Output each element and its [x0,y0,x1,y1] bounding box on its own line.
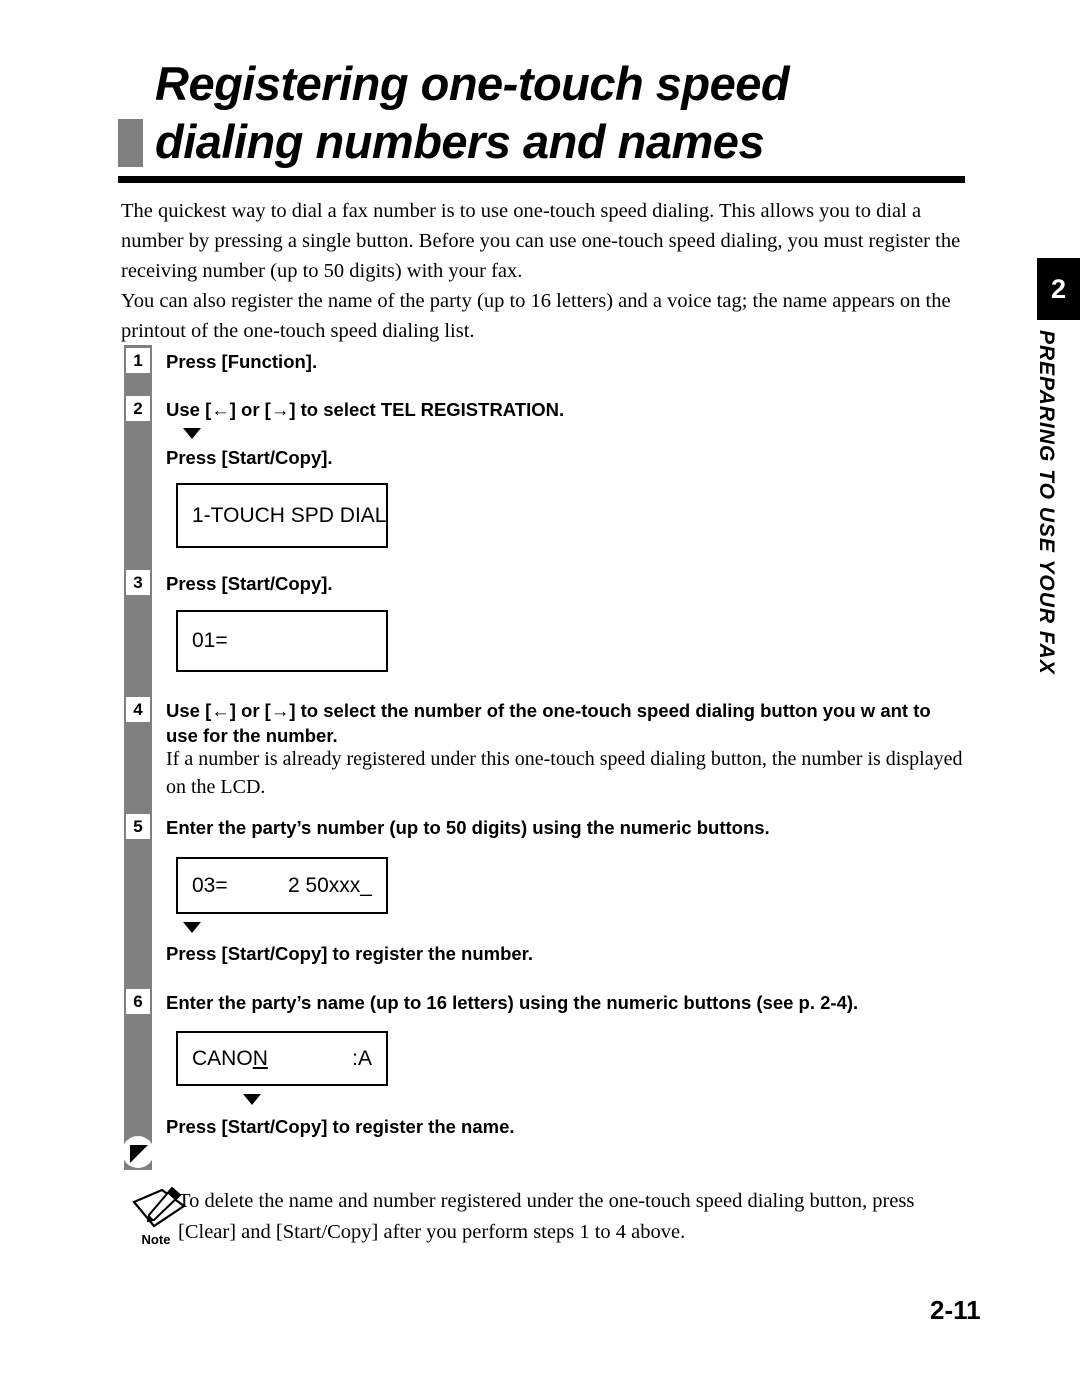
chapter-tab-title: PREPARING TO USE YOUR FAX [1035,330,1058,675]
step4-explanatory-note: If a number is already registered under … [166,748,963,798]
intro-paragraph-1: The quickest way to dial a fax number is… [121,200,961,282]
lcd-canon-cursor-char: N [252,1046,268,1070]
lcd-text-canon-name: CANON [192,1047,268,1071]
intro-section: The quickest way to dial a fax number is… [121,196,966,346]
note-body: To delete the name and number registered… [178,1186,968,1248]
step-text-1: Press [Function]. [166,351,318,372]
lcd-text-03-left: 03= [192,873,228,897]
page-title-line-2-wrapper: dialing numbers and names [118,113,968,171]
lcd-inner-03: 03= 2 50xxx_ [192,874,372,898]
lcd-display-01: 01= [176,610,388,672]
step-text-5: Enter the party’s number (up to 50 digit… [166,817,770,838]
lcd-text-03-right: 2 50xxx_ [287,873,372,897]
step-number-3: 3 [126,570,150,595]
step-number-6: 6 [126,989,150,1014]
page-number: 2-11 [930,1295,981,1325]
page-title-line-2: dialing numbers and names [155,115,765,168]
lcd-inner-canon: CANON :A [192,1047,372,1071]
page-title: Registering one-touch speed dialing numb… [118,55,968,171]
note-body-text: To delete the name and number registered… [178,1190,915,1243]
step-text-3: Press [Start/Copy]. [166,573,333,594]
step-rail [124,345,152,1155]
lcd-text-01: 01= [192,629,228,652]
step-number-2: 2 [126,396,150,421]
lcd-canon-prefix: CANO [192,1046,253,1070]
step-text-6: Enter the party’s name (up to 16 letters… [166,992,859,1013]
step-number-1: 1 [126,348,150,373]
step-number-4: 4 [126,697,150,722]
chapter-tab-box: 2 [1037,258,1080,320]
down-arrow-icon-step5 [183,922,201,933]
down-arrow-icon-step2 [183,428,201,439]
title-gray-marker [118,119,143,167]
step-rail-end-triangle-icon [130,1145,148,1163]
step-text-2: Use [←] or [→] to select TEL REGISTRATIO… [166,399,565,420]
chapter-tab-number: 2 [1050,274,1067,304]
step-number-5: 5 [126,814,150,839]
lcd-inner-1touch: 1-TOUCH SPD DIAL [192,504,387,528]
lcd-inner-01: 01= [192,629,372,653]
sub-instruction-after-step6: Press [Start/Copy] to register the name. [166,1116,515,1137]
lcd-display-03: 03= 2 50xxx_ [176,857,388,914]
intro-paragraph-2: You can also register the name of the pa… [121,290,951,342]
title-divider-rule [118,176,965,183]
lcd-display-1touch: 1-TOUCH SPD DIAL [176,483,388,548]
lcd-display-canon: CANON :A [176,1031,388,1086]
sub-instruction-after-step5: Press [Start/Copy] to register the numbe… [166,943,534,964]
down-arrow-icon-step6 [243,1094,261,1105]
note-label: Note [141,1232,171,1247]
sub-instruction-after-step2: Press [Start/Copy]. [166,447,333,468]
page-title-line-1: Registering one-touch speed [155,57,790,110]
lcd-text-canon-mode: :A [352,1046,372,1070]
lcd-text-1touch: 1-TOUCH SPD DIAL [192,503,387,527]
step-text-4: Use [←] or [→] to select the number of t… [166,700,931,746]
